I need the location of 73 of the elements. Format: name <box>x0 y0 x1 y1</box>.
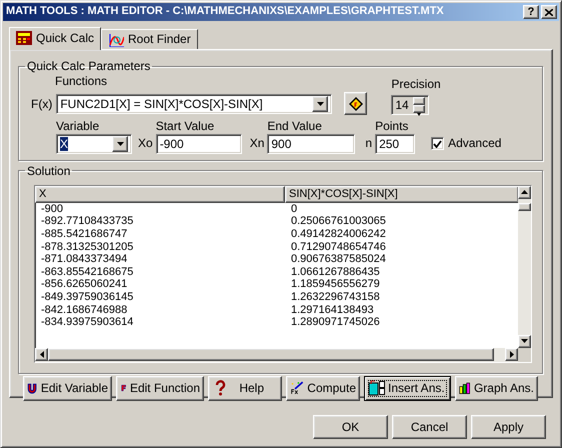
table-cell-text: 1.1859456556279 <box>290 278 381 291</box>
table-cell-text: -878.31325301205 <box>40 240 134 254</box>
table-cell-text: 0.49142824006242 <box>290 228 387 241</box>
dialog-button[interactable]: OK <box>313 415 388 439</box>
close-icon <box>545 8 553 16</box>
field-prefix: Xn <box>250 136 264 151</box>
toolbar-button[interactable]: Edit Variable <box>23 376 112 401</box>
checkbox-label: Advanced <box>448 136 502 151</box>
table-cell-text: -849.39759036145 <box>40 290 134 304</box>
table-cell-text: -842.1686746988 <box>40 304 128 316</box>
field-label: Precision <box>391 77 441 92</box>
table-cell-text: -900 <box>40 202 64 216</box>
table-cell-text: 0 <box>290 202 298 216</box>
table-cell-text: 0.25066761003065 <box>290 215 387 228</box>
scroll-right-icon <box>508 350 514 359</box>
table-cell-text: -834.93975903614 <box>40 316 134 329</box>
table-cell-text: 1.297164138493 <box>290 304 375 316</box>
dropdown-arrow-icon <box>116 140 124 148</box>
check-icon <box>433 140 442 148</box>
variable-dropdown[interactable]: X <box>56 134 132 154</box>
table-cell-text: -863.85542168675 <box>40 266 134 278</box>
column-header[interactable]: X <box>35 186 285 203</box>
field-prefix: n <box>365 136 372 151</box>
function-wizard-button[interactable] <box>344 92 368 116</box>
toolbar-button[interactable]: Help <box>208 376 282 401</box>
magic-wand-icon <box>290 380 304 396</box>
field-label: Functions <box>55 74 108 88</box>
toolbar-button[interactable]: Compute <box>286 376 360 401</box>
window-title: MATH TOOLS : MATH EDITOR - C:\MATHMECHANIXS\EXAMPLES\GRAPHTEST.MTX <box>6 5 445 19</box>
function-dropdown[interactable]: FUNC2D1[X] = SIN[X]*COS[X]-SIN[X] <box>56 94 332 114</box>
column-header[interactable]: SIN[X]*COS[X]-SIN[X] <box>285 186 518 203</box>
field-label: Start Value <box>156 119 216 134</box>
table-cell-text: -871.0843373494 <box>40 253 128 266</box>
group-title: Solution <box>26 164 72 177</box>
scroll-up-icon <box>520 189 529 196</box>
advanced-checkbox[interactable] <box>431 137 444 150</box>
field-label: Points <box>375 119 410 134</box>
table-cell-text: -856.6265060241 <box>40 278 128 291</box>
graph-icon <box>108 32 124 46</box>
table-cell-text: 1.0661267886435 <box>290 266 381 278</box>
dropdown-arrow-icon <box>316 100 325 108</box>
scroll-thumb[interactable] <box>48 348 494 361</box>
start-value-field[interactable]: -900 <box>156 134 242 154</box>
scroll-down-icon <box>520 338 529 344</box>
table-cell-text: 0.90676387585024 <box>290 253 387 266</box>
field-label: End Value <box>267 119 323 134</box>
points-field[interactable]: 250 <box>375 134 416 154</box>
table-cell-text: 0.71290748654746 <box>290 240 387 254</box>
table-cell-text: 1.2632296743158 <box>290 290 381 304</box>
vertical-scrollbar[interactable] <box>518 186 531 348</box>
scrollbar-corner <box>518 348 531 362</box>
scroll-left-icon <box>38 350 44 359</box>
bar-chart-icon <box>459 380 471 396</box>
field-label: Variable <box>56 119 100 134</box>
toolbar-button[interactable]: Graph Ans. <box>455 376 538 401</box>
horizontal-scrollbar[interactable] <box>35 348 531 362</box>
end-value-field[interactable]: 900 <box>267 134 356 154</box>
table-cell-text: 1.2890971745026 <box>290 316 381 329</box>
help-button[interactable]: ? <box>523 5 539 19</box>
tab[interactable]: Root Finder <box>101 29 198 49</box>
dialog-button[interactable]: Cancel <box>392 415 467 439</box>
toolbar-button[interactable]: Insert Ans. <box>364 376 451 401</box>
tab[interactable]: Quick Calc <box>9 27 102 50</box>
scroll-thumb[interactable] <box>518 202 531 211</box>
toolbar-button[interactable]: Edit Function <box>116 376 204 401</box>
group-title: Quick Calc Parameters <box>26 60 152 72</box>
table-cell-text: -885.5421686747 <box>40 228 128 241</box>
dialog-button[interactable]: Apply <box>471 415 546 439</box>
field-prefix: Xo <box>138 136 153 151</box>
table-cell-text: -892.77108433735 <box>40 215 134 228</box>
field-prefix: F(x) <box>31 96 52 112</box>
precision-spinner[interactable]: 14 <box>391 95 430 116</box>
close-button[interactable] <box>541 5 557 19</box>
